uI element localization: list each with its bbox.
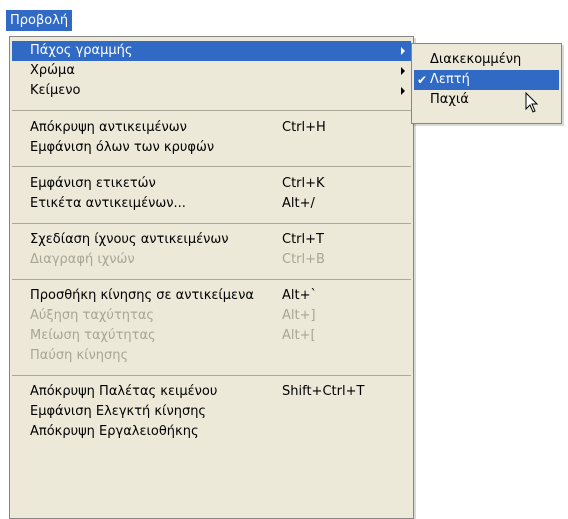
menu-item-label: Αύξηση ταχύτητας — [30, 308, 155, 323]
submenu-item-thin[interactable]: ✔ Λεπτή — [414, 70, 559, 90]
menu-item-label: Ετικέτα αντικειμένων... — [30, 196, 186, 211]
menu-item-hide-toolbox[interactable]: Απόκρυψη Εργαλειοθήκης — [12, 422, 411, 442]
menu-item-color[interactable]: Χρώμα — [12, 61, 411, 81]
menu-separator — [12, 110, 411, 111]
menu-view[interactable]: Προβολή — [6, 10, 73, 31]
menu-item-label: Μείωση ταχύτητας — [30, 328, 156, 343]
menubar: Προβολή — [0, 0, 568, 35]
menu-item-label: Εμφάνιση όλων των κρυφών — [30, 140, 215, 155]
menu-item-line-thickness[interactable]: Πάχος γραμμής — [12, 41, 411, 61]
view-menu: Πάχος γραμμής Χρώμα Κείμενο Απόκρυψη αντ… — [9, 36, 414, 519]
menu-item-hide-text-palette[interactable]: Απόκρυψη Παλέτας κειμένου Shift+Ctrl+T — [12, 382, 411, 402]
submenu-item-label: Διακεκομμένη — [430, 52, 522, 67]
menu-item-shortcut: Alt+` — [282, 288, 317, 303]
submenu-item-dashed[interactable]: Διακεκομμένη — [414, 50, 559, 70]
menu-item-shortcut: Ctrl+T — [282, 232, 324, 247]
menu-item-hide-objects[interactable]: Απόκρυψη αντικειμένων Ctrl+H — [12, 118, 411, 138]
menu-item-label: Παύση κίνησης — [30, 348, 129, 363]
menu-separator — [12, 279, 411, 280]
menu-item-label: Απόκρυψη Εργαλειοθήκης — [30, 424, 199, 439]
menu-item-shortcut: Alt+/ — [282, 196, 315, 211]
menu-item-shortcut: Alt+[ — [282, 328, 316, 343]
submenu-item-label: Παχιά — [430, 92, 469, 107]
menu-item-trace-objects[interactable]: Σχεδίαση ίχνους αντικειμένων Ctrl+T — [12, 230, 411, 250]
menu-item-shortcut: Alt+] — [282, 308, 316, 323]
menu-item-shortcut: Shift+Ctrl+T — [282, 384, 365, 399]
menu-item-label: Διαγραφή ιχνών — [30, 252, 135, 267]
menu-separator — [12, 166, 411, 167]
menu-item-label: Κείμενο — [30, 83, 81, 98]
submenu-item-label: Λεπτή — [430, 72, 470, 87]
menu-item-label: Σχεδίαση ίχνους αντικειμένων — [30, 232, 229, 247]
menu-item-increase-speed: Αύξηση ταχύτητας Alt+] — [12, 306, 411, 326]
menu-item-label: Πάχος γραμμής — [30, 43, 133, 58]
menu-item-label: Χρώμα — [30, 63, 75, 78]
menu-item-decrease-speed: Μείωση ταχύτητας Alt+[ — [12, 326, 411, 346]
submenu-arrow-icon — [401, 47, 405, 55]
menu-item-show-all-hidden[interactable]: Εμφάνιση όλων των κρυφών — [12, 138, 411, 158]
menu-separator — [12, 223, 411, 224]
menu-item-animate-objects[interactable]: Προσθήκη κίνησης σε αντικείμενα Alt+` — [12, 286, 411, 306]
submenu-arrow-icon — [401, 67, 405, 75]
menu-item-shortcut: Ctrl+H — [282, 120, 326, 135]
menu-item-label-objects[interactable]: Ετικέτα αντικειμένων... Alt+/ — [12, 194, 411, 214]
menu-item-show-motion-controller[interactable]: Εμφάνιση Ελεγκτή κίνησης — [12, 402, 411, 422]
menu-separator — [12, 375, 411, 376]
checkmark-icon: ✔ — [417, 73, 428, 87]
menu-item-label: Εμφάνιση Ελεγκτή κίνησης — [30, 404, 207, 419]
line-thickness-submenu: Διακεκομμένη ✔ Λεπτή Παχιά — [411, 43, 562, 124]
menu-item-shortcut: Ctrl+K — [282, 176, 325, 191]
menu-item-label: Προσθήκη κίνησης σε αντικείμενα — [30, 288, 254, 303]
menu-item-erase-traces: Διαγραφή ιχνών Ctrl+B — [12, 250, 411, 270]
menu-item-label: Απόκρυψη αντικειμένων — [30, 120, 187, 135]
menu-item-label: Εμφάνιση ετικετών — [30, 176, 156, 191]
menu-item-text[interactable]: Κείμενο — [12, 81, 411, 101]
submenu-arrow-icon — [401, 87, 405, 95]
menu-item-label: Απόκρυψη Παλέτας κειμένου — [30, 384, 218, 399]
menu-item-show-labels[interactable]: Εμφάνιση ετικετών Ctrl+K — [12, 174, 411, 194]
menu-item-pause-animation: Παύση κίνησης — [12, 346, 411, 366]
menu-item-shortcut: Ctrl+B — [282, 252, 325, 267]
mouse-pointer-icon — [525, 92, 539, 113]
